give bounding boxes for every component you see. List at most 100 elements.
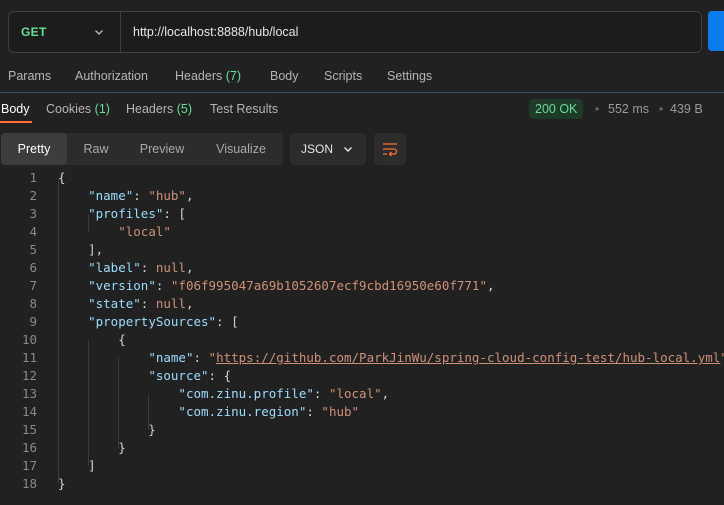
code-token: } (58, 440, 126, 455)
tab-label: Test Results (210, 102, 279, 116)
code-token: ] (58, 458, 96, 473)
tab-headers[interactable]: Headers (7) (175, 69, 241, 83)
line-number: 17 (21, 458, 37, 473)
code-token: : (140, 260, 156, 275)
code-token: : (140, 296, 156, 311)
code-token: "name" (148, 350, 194, 365)
tab-label: Cookies (46, 102, 92, 116)
tab-settings[interactable]: Settings (387, 69, 432, 83)
line-number: 2 (29, 188, 37, 203)
line-number: 8 (29, 296, 37, 311)
tab-label: Scripts (324, 69, 363, 83)
code-token: null (155, 296, 186, 311)
line-number: 14 (21, 404, 37, 419)
code-token: null (155, 260, 186, 275)
separator-dot: • (659, 102, 664, 116)
tab-body[interactable]: Body (270, 69, 299, 83)
tab-label: Settings (387, 69, 433, 83)
view-raw-button[interactable]: Raw (67, 133, 125, 165)
tab-label: Body (270, 69, 299, 83)
line-number: 16 (21, 440, 37, 455)
method-label: GET (21, 25, 47, 39)
response-time[interactable]: 552 ms (608, 102, 649, 116)
code-token: : [ (216, 314, 239, 329)
code-token: "name" (88, 188, 134, 203)
code-line: 18} (0, 475, 724, 493)
code-token: "source" (148, 368, 209, 383)
code-text: "local" (58, 223, 171, 241)
chevron-down-icon (344, 147, 352, 152)
tab-test-results[interactable]: Test Results (210, 102, 278, 116)
code-token: : (313, 386, 329, 401)
response-body-viewer[interactable]: 1{2 "name": "hub", 3 "profiles": [4 "loca… (0, 169, 724, 493)
format-select[interactable]: JSON (290, 133, 366, 165)
tab-authorization[interactable]: Authorization (75, 69, 148, 83)
code-token: "profiles" (88, 206, 164, 221)
code-line: 15 } (0, 421, 724, 439)
code-line: 10 { (0, 331, 724, 349)
code-token: : (193, 350, 209, 365)
wrap-lines-button[interactable] (374, 133, 406, 165)
line-number: 4 (29, 224, 37, 239)
tab-label: Headers (126, 102, 174, 116)
wrap-lines-icon (383, 143, 398, 157)
response-size[interactable]: 439 B (670, 102, 703, 116)
code-token: : (155, 278, 171, 293)
format-label: JSON (301, 142, 334, 156)
method-select[interactable]: GET (9, 12, 121, 52)
status-badge[interactable]: 200 OK (529, 99, 584, 119)
line-number: 15 (21, 422, 37, 437)
code-text: { (58, 331, 126, 349)
code-line: 8 "state": null, (0, 295, 724, 313)
url-link[interactable]: https://github.com/ParkJinWu/spring-clou… (216, 350, 720, 365)
code-text: "com.zinu.region": "hub" (58, 403, 359, 421)
code-text: "version": "f06f995047a69b1052607ecf9cbd… (58, 277, 494, 295)
line-number: 6 (29, 260, 37, 275)
line-number: 12 (21, 368, 37, 383)
request-tabs: Params Authorization Headers (7) Body Sc… (0, 66, 724, 92)
code-text: "name": "https://github.com/ParkJinWu/sp… (58, 349, 724, 367)
code-text: ], (58, 241, 103, 259)
code-line: 5 ], (0, 241, 724, 259)
code-token: "com.zinu.profile" (178, 386, 314, 401)
tab-response-body[interactable]: Body (1, 102, 30, 116)
tab-label: Headers (175, 69, 223, 83)
code-text: "propertySources": [ (58, 313, 239, 331)
code-token: "hub" (321, 404, 360, 419)
tab-label: Params (8, 69, 52, 83)
code-text: } (58, 421, 156, 439)
tab-response-headers[interactable]: Headers (5) (126, 102, 192, 116)
code-token: , (381, 386, 390, 401)
send-button[interactable] (708, 11, 724, 51)
line-number: 13 (21, 386, 37, 401)
code-token: "hub" (148, 188, 186, 203)
line-number: 7 (29, 278, 37, 293)
code-line: 7 "version": "f06f995047a69b1052607ecf9c… (0, 277, 724, 295)
tab-params[interactable]: Params (8, 69, 51, 83)
line-number: 10 (21, 332, 37, 347)
tab-label: Body (1, 102, 30, 116)
code-text: { (58, 169, 66, 187)
request-bar: GET http://localhost:8888/hub/local (8, 11, 702, 53)
tab-scripts[interactable]: Scripts (324, 69, 362, 83)
url-input[interactable]: http://localhost:8888/hub/local (133, 25, 298, 39)
code-line: 4 "local" (0, 223, 724, 241)
view-preview-button[interactable]: Preview (125, 133, 199, 165)
code-line: 3 "profiles": [ (0, 205, 724, 223)
code-text: "name": "hub", (58, 187, 193, 205)
code-line: 1{ (0, 169, 724, 187)
code-text: } (58, 475, 66, 493)
separator-dot: • (595, 102, 600, 116)
code-token: } (58, 422, 156, 437)
view-pretty-button[interactable]: Pretty (1, 133, 67, 165)
code-text: "com.zinu.profile": "local", (58, 385, 389, 403)
tab-cookies[interactable]: Cookies (1) (46, 102, 110, 116)
view-visualize-button[interactable]: Visualize (199, 133, 283, 165)
code-line: 14 "com.zinu.region": "hub" (0, 403, 724, 421)
